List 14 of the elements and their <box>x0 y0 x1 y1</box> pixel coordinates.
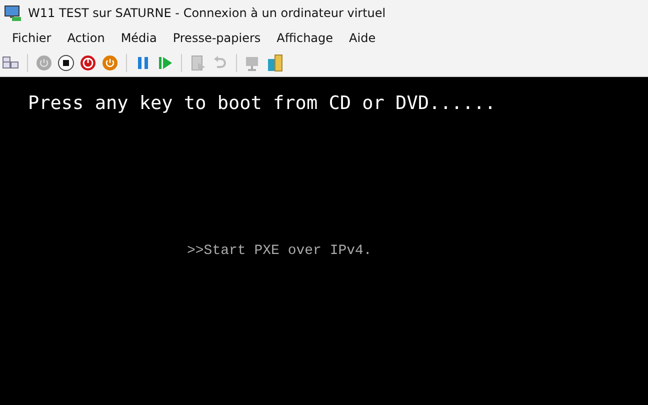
menu-item[interactable]: Aide <box>341 31 384 45</box>
boot-prompt: Press any key to boot from CD or DVD...... <box>28 93 496 114</box>
window-title: W11 TEST sur SATURNE - Connexion à un ordinateur virtuel <box>28 6 386 20</box>
power-icon[interactable] <box>101 54 119 72</box>
play-icon[interactable] <box>156 54 174 72</box>
menu-item[interactable]: Média <box>112 31 165 45</box>
menu-item[interactable]: Action <box>59 31 113 45</box>
stop-icon[interactable] <box>57 54 75 72</box>
power-icon[interactable] <box>79 54 97 72</box>
menu-item[interactable]: Affichage <box>268 31 342 45</box>
menu-item[interactable]: Presse-papiers <box>164 31 269 45</box>
menu-item[interactable]: Fichier <box>4 31 60 45</box>
pxe-message: >>Start PXE over IPv4. <box>187 243 372 259</box>
computer-icon <box>4 4 22 22</box>
